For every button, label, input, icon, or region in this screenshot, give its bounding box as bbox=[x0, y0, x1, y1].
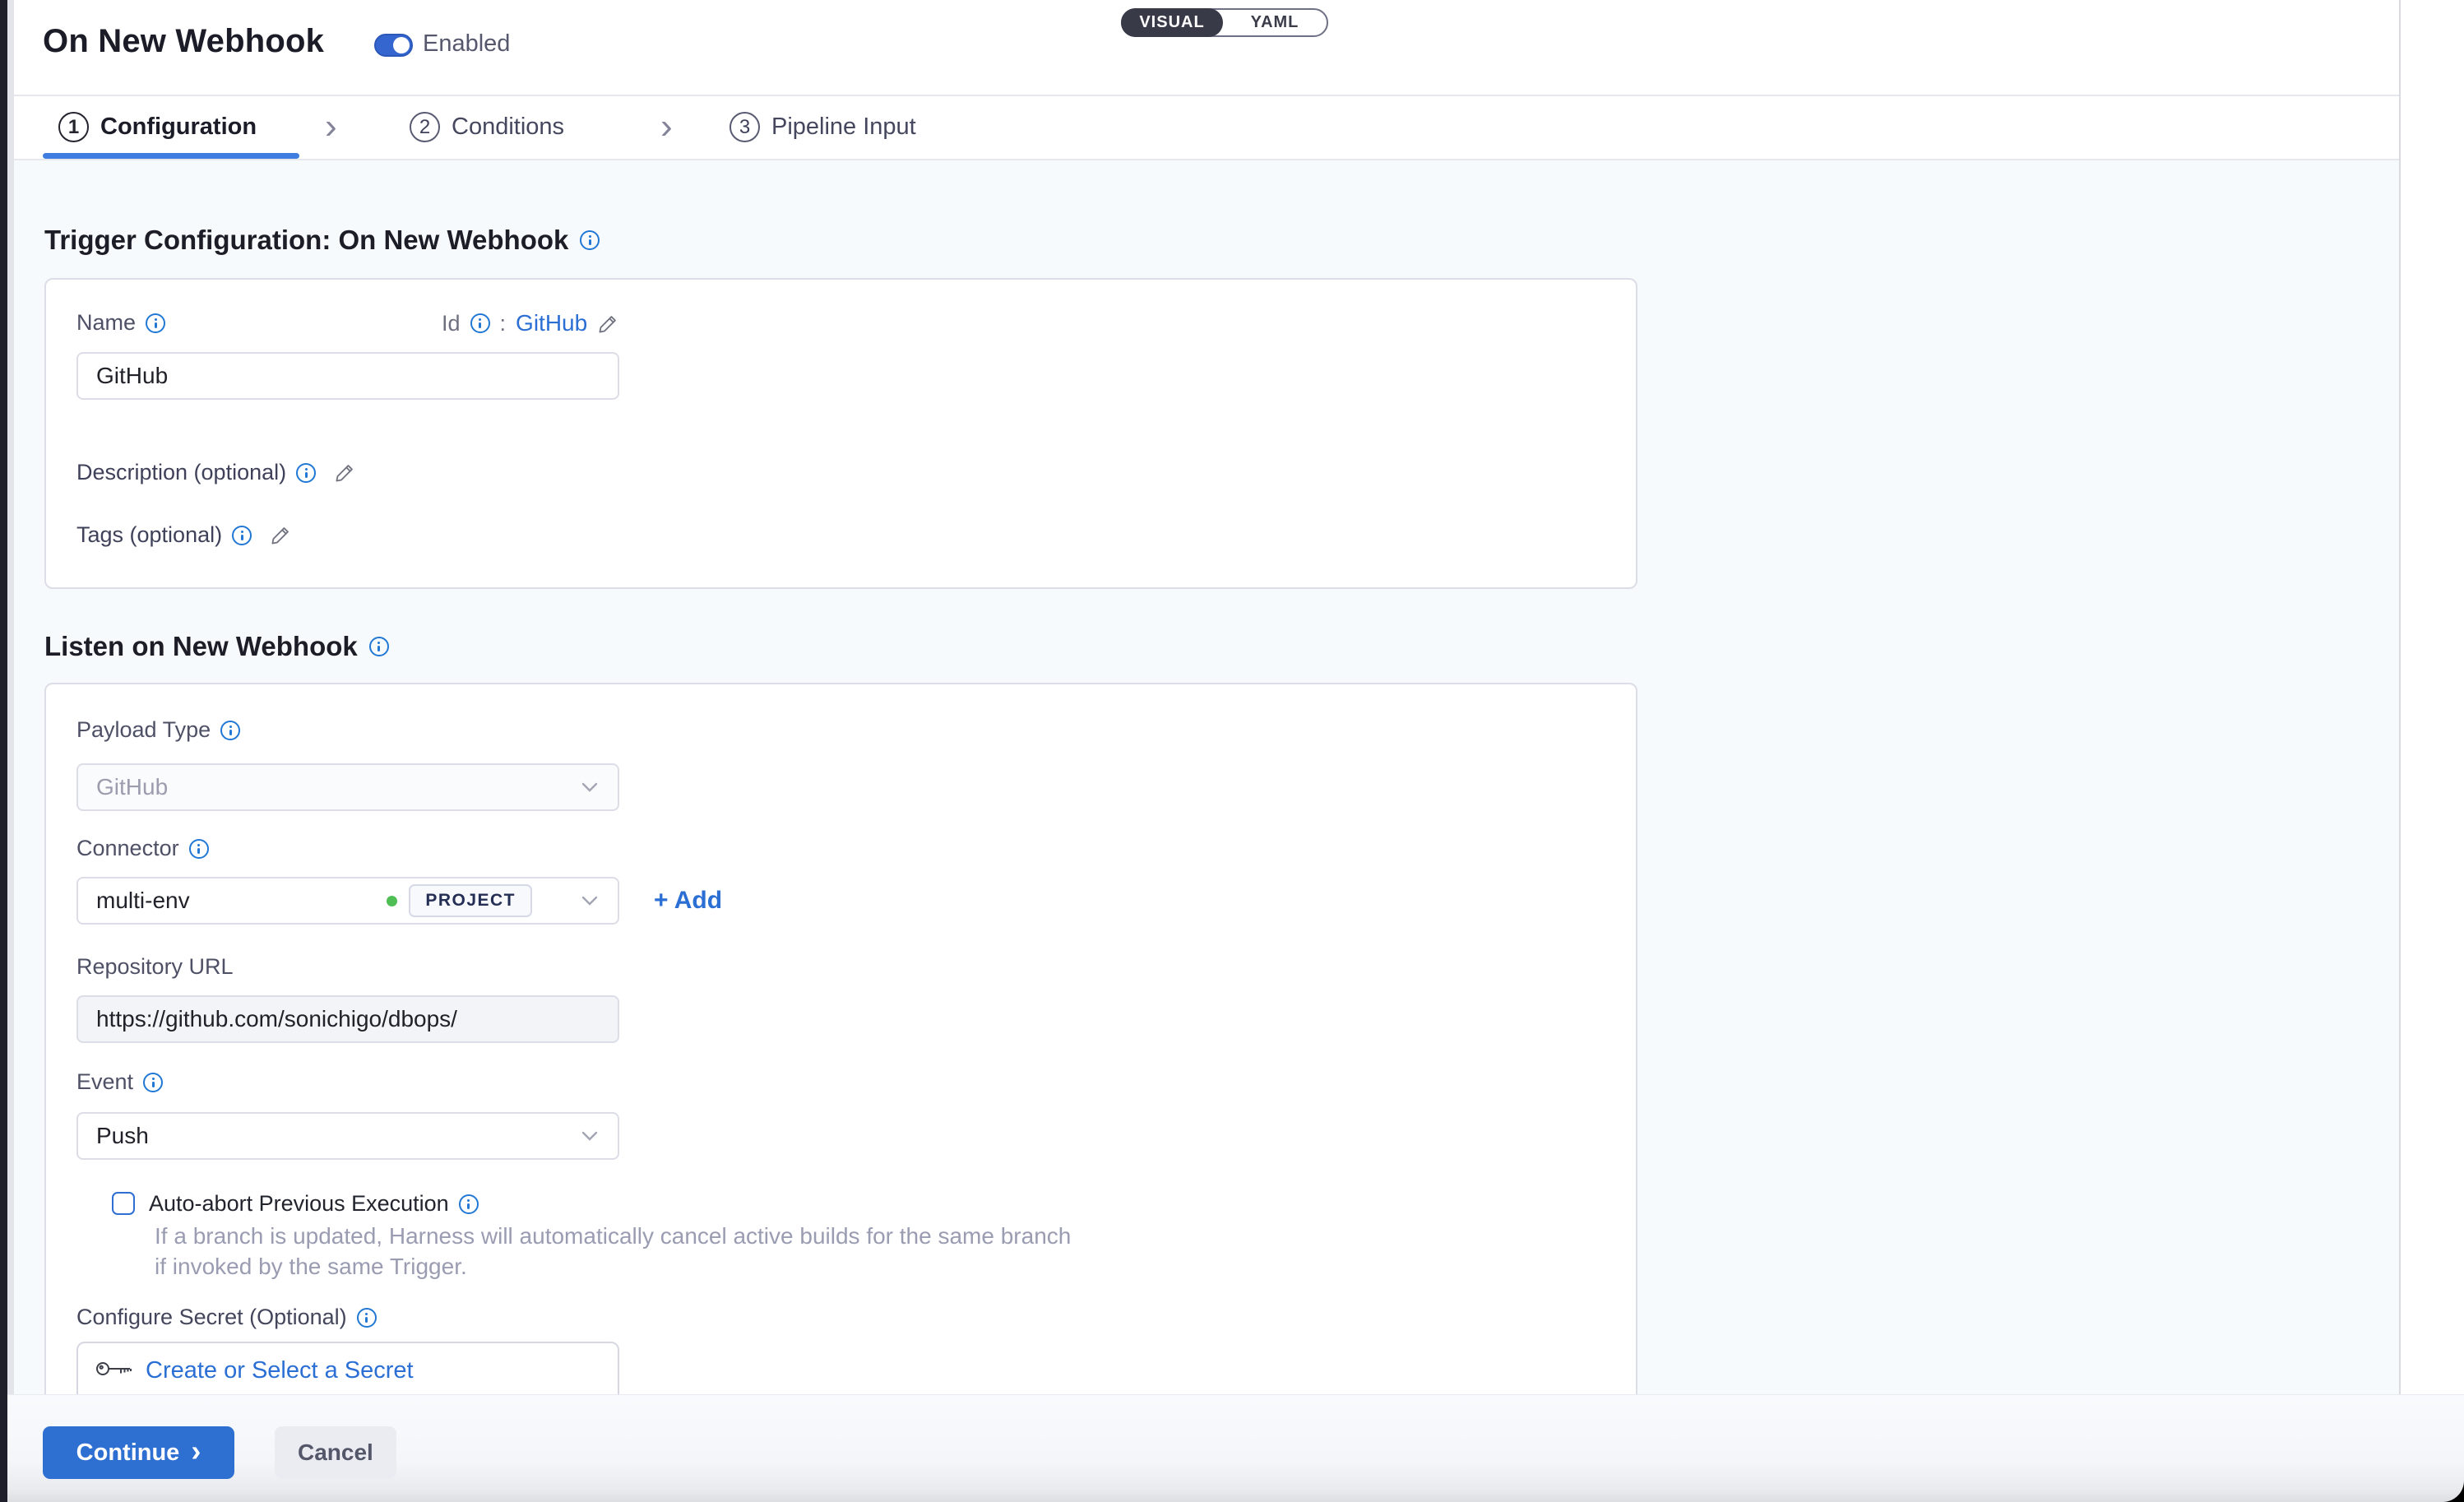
secret-picker[interactable]: Create or Select a Secret bbox=[76, 1342, 619, 1394]
connector-label: Connector bbox=[76, 836, 179, 861]
payload-type-select[interactable]: GitHub bbox=[76, 763, 619, 811]
description-row: Description (optional) bbox=[76, 460, 356, 485]
step-label: Pipeline Input bbox=[771, 114, 916, 141]
info-icon[interactable] bbox=[143, 1073, 163, 1092]
auto-abort-help-line1: If a branch is updated, Harness will aut… bbox=[155, 1223, 1071, 1249]
id-label: Id bbox=[442, 311, 461, 336]
auto-abort-label: Auto-abort Previous Execution bbox=[149, 1191, 449, 1217]
section-heading: Trigger Configuration: On New Webhook bbox=[44, 225, 568, 256]
auto-abort-help-line2: if invoked by the same Trigger. bbox=[155, 1254, 467, 1280]
repository-url-label: Repository URL bbox=[76, 954, 234, 980]
step-separator-icon: › bbox=[660, 106, 673, 147]
connector-label-row: Connector bbox=[76, 836, 209, 861]
event-label-row: Event bbox=[76, 1069, 163, 1095]
info-icon[interactable] bbox=[357, 1308, 377, 1328]
chevron-down-icon bbox=[580, 781, 600, 793]
auto-abort-checkbox[interactable] bbox=[112, 1192, 135, 1215]
step-number-badge: 3 bbox=[729, 112, 760, 142]
page-title: On New Webhook bbox=[43, 23, 324, 60]
step-separator-icon: › bbox=[325, 106, 337, 147]
configure-secret-label: Configure Secret (Optional) bbox=[76, 1305, 347, 1330]
auto-abort-label-row: Auto-abort Previous Execution bbox=[149, 1191, 479, 1217]
step-label: Configuration bbox=[100, 114, 257, 141]
connector-scope-badge: PROJECT bbox=[409, 884, 532, 917]
name-input-value: GitHub bbox=[96, 363, 168, 389]
trigger-wizard-page: On New Webhook Enabled VISUAL YAML 1 Con… bbox=[0, 0, 2464, 1502]
id-colon: : bbox=[500, 311, 507, 336]
configure-secret-label-row: Configure Secret (Optional) bbox=[76, 1305, 377, 1330]
add-connector-button[interactable]: + Add bbox=[654, 887, 722, 915]
tab-configuration[interactable]: 1 Configuration bbox=[58, 112, 257, 142]
edit-description-pencil-icon[interactable] bbox=[334, 461, 356, 484]
step-label: Conditions bbox=[452, 114, 564, 141]
chevron-right-icon: › bbox=[191, 1436, 201, 1466]
enabled-toggle[interactable] bbox=[374, 34, 413, 57]
continue-button-label: Continue bbox=[76, 1439, 180, 1467]
payload-type-label: Payload Type bbox=[76, 717, 211, 743]
name-input[interactable]: GitHub bbox=[76, 352, 619, 400]
trigger-config-heading-row: Trigger Configuration: On New Webhook bbox=[44, 225, 600, 256]
event-label: Event bbox=[76, 1069, 133, 1095]
cancel-button[interactable]: Cancel bbox=[275, 1426, 396, 1479]
connector-value: multi-env bbox=[96, 888, 387, 914]
repository-url-value: https://github.com/sonichigo/dbops/ bbox=[96, 1006, 457, 1032]
continue-button[interactable]: Continue › bbox=[43, 1426, 234, 1479]
description-label: Description (optional) bbox=[76, 460, 286, 485]
tab-pipeline-input[interactable]: 3 Pipeline Input bbox=[729, 112, 916, 142]
window-left-edge bbox=[0, 0, 7, 1502]
info-icon[interactable] bbox=[369, 637, 389, 656]
info-icon[interactable] bbox=[146, 313, 165, 333]
info-icon[interactable] bbox=[189, 839, 209, 859]
edit-id-pencil-icon[interactable] bbox=[597, 313, 619, 335]
enabled-toggle-label: Enabled bbox=[423, 30, 510, 58]
tags-row: Tags (optional) bbox=[76, 522, 292, 548]
connector-status-dot bbox=[387, 896, 397, 906]
id-value: GitHub bbox=[516, 310, 587, 336]
key-icon bbox=[95, 1356, 132, 1381]
edit-tags-pencil-icon[interactable] bbox=[270, 524, 292, 546]
cancel-button-label: Cancel bbox=[298, 1439, 373, 1466]
right-panel-divider bbox=[2399, 0, 2401, 1396]
form-content: Trigger Configuration: On New Webhook Na… bbox=[14, 160, 2399, 1394]
info-icon[interactable] bbox=[580, 230, 600, 250]
payload-type-label-row: Payload Type bbox=[76, 717, 240, 743]
step-number-badge: 2 bbox=[410, 112, 440, 142]
create-or-select-secret-link[interactable]: Create or Select a Secret bbox=[146, 1356, 414, 1384]
footer-action-bar: Continue › Cancel bbox=[7, 1394, 2464, 1502]
name-label: Name bbox=[76, 310, 136, 336]
window-left-gutter bbox=[7, 0, 14, 1394]
connector-select[interactable]: multi-env PROJECT bbox=[76, 877, 619, 925]
section-heading: Listen on New Webhook bbox=[44, 631, 358, 662]
info-icon[interactable] bbox=[220, 721, 240, 740]
tab-conditions[interactable]: 2 Conditions bbox=[410, 112, 564, 142]
payload-type-value: GitHub bbox=[96, 774, 168, 800]
event-select[interactable]: Push bbox=[76, 1112, 619, 1160]
step-number-badge: 1 bbox=[58, 112, 89, 142]
chevron-down-icon bbox=[580, 895, 600, 906]
wizard-step-bar: 1 Configuration › 2 Conditions › 3 Pipel… bbox=[14, 96, 2399, 160]
name-label-row: Name bbox=[76, 310, 165, 336]
info-icon[interactable] bbox=[296, 463, 316, 483]
tags-label: Tags (optional) bbox=[76, 522, 222, 548]
listen-heading-row: Listen on New Webhook bbox=[44, 631, 389, 662]
visual-yaml-toggle: VISUAL YAML bbox=[1121, 8, 1328, 37]
active-tab-underline bbox=[43, 153, 299, 159]
tab-yaml[interactable]: YAML bbox=[1223, 10, 1327, 35]
info-icon[interactable] bbox=[470, 313, 490, 333]
info-icon[interactable] bbox=[459, 1194, 479, 1214]
repository-url-input[interactable]: https://github.com/sonichigo/dbops/ bbox=[76, 995, 619, 1043]
info-icon[interactable] bbox=[232, 526, 252, 545]
event-value: Push bbox=[96, 1123, 149, 1149]
id-row: Id : GitHub bbox=[442, 310, 619, 336]
tab-visual[interactable]: VISUAL bbox=[1121, 8, 1223, 37]
chevron-down-icon bbox=[580, 1130, 600, 1142]
toggle-knob bbox=[393, 37, 410, 53]
repository-url-label-row: Repository URL bbox=[76, 954, 234, 980]
